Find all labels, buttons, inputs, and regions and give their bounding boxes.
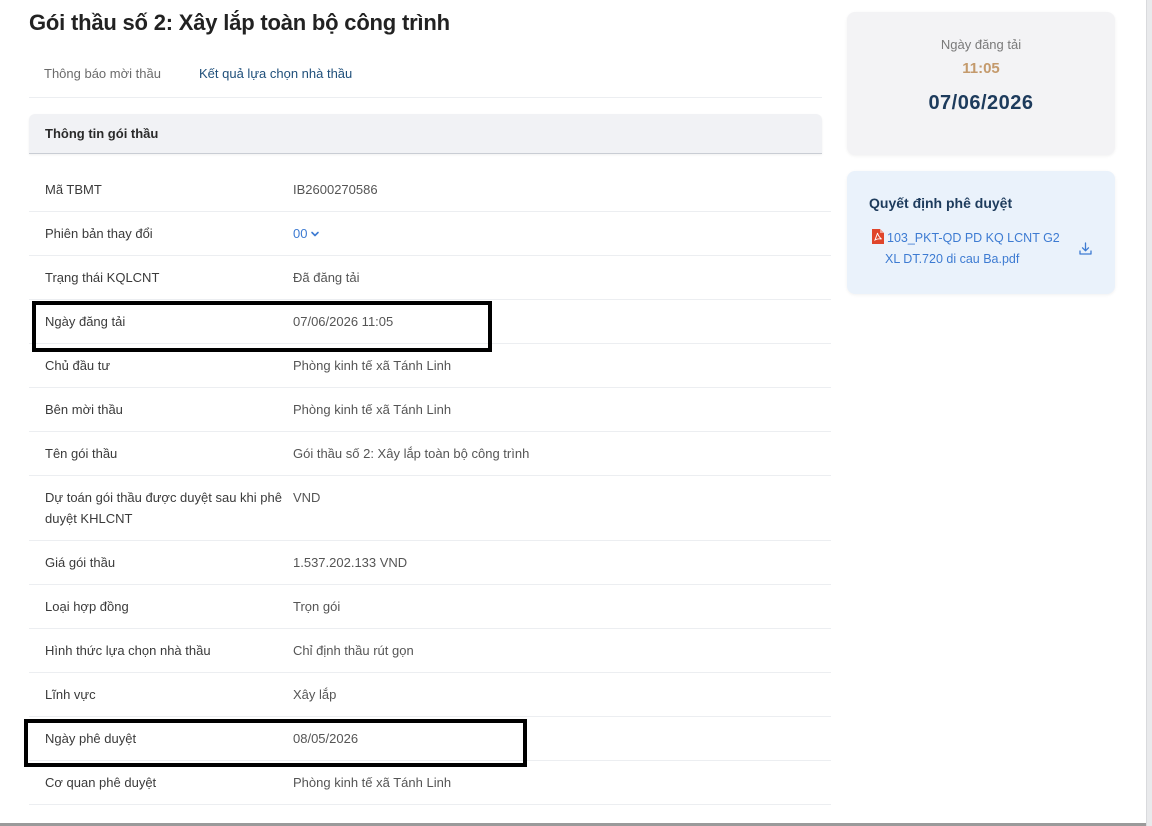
row-label: Ngày phê duyệt: [45, 731, 137, 746]
row-label: Cơ quan phê duyệt: [45, 775, 157, 790]
row-label: Trạng thái KQLCNT: [45, 270, 160, 285]
pdf-file-icon: [872, 229, 884, 244]
posted-date: 07/06/2026: [928, 92, 1034, 114]
row-value: IB2600270586: [293, 182, 378, 197]
download-icon[interactable]: [1078, 241, 1093, 256]
row-value: 08/05/2026: [293, 731, 359, 746]
row-value: Phòng kinh tế xã Tánh Linh: [293, 358, 452, 373]
row-label: Bên mời thầu: [45, 402, 123, 417]
row-value: Đã đăng tải: [293, 270, 360, 285]
table-row: Loại hợp đồng Trọn gói: [29, 585, 831, 629]
table-row: Dự toán gói thầu được duyệt sau khi phê …: [29, 476, 831, 541]
posted-time: 11:05: [962, 60, 1000, 77]
table-row: Ngày phê duyệt 08/05/2026: [29, 717, 831, 761]
tab-invitation-notice[interactable]: Thông báo mời thầu: [44, 66, 161, 81]
chevron-down-icon: [311, 231, 320, 236]
file-name-line2: XL DT.720 di cau Ba.pdf: [885, 252, 1020, 266]
posted-date-card: Ngày đăng tải 11:05 07/06/2026: [847, 12, 1115, 155]
section-header: Thông tin gói thầu: [29, 114, 822, 154]
row-label: Giá gói thầu: [45, 555, 116, 570]
row-value: Chỉ định thầu rút gọn: [293, 643, 414, 658]
row-label: Chủ đầu tư: [45, 358, 111, 373]
decision-title: Quyết định phê duyệt: [869, 195, 1013, 211]
decision-file-link[interactable]: 103_PKT-QD PD KQ LCNT G2 XL DT.720 di ca…: [885, 228, 1077, 270]
table-row: Phiên bản thay đổi 00: [29, 212, 831, 256]
version-value: 00: [293, 226, 308, 241]
row-label: Dự toán gói thầu được duyệt sau khi phê …: [45, 490, 282, 526]
table-row: Chủ đầu tư Phòng kinh tế xã Tánh Linh: [29, 344, 831, 388]
table-row: Hình thức lựa chọn nhà thầu Chỉ định thầ…: [29, 629, 831, 673]
row-label: Mã TBMT: [45, 182, 102, 197]
info-table: Mã TBMT IB2600270586 Phiên bản thay đổi …: [29, 168, 831, 805]
row-label: Loại hợp đồng: [45, 599, 129, 614]
row-value: 07/06/2026 11:05: [293, 314, 394, 329]
row-value: VND: [293, 490, 321, 505]
table-row: Tên gói thầu Gói thầu số 2: Xây lắp toàn…: [29, 432, 831, 476]
row-label: Tên gói thầu: [45, 446, 118, 461]
row-value: Xây lắp: [293, 687, 337, 702]
table-row: Giá gói thầu 1.537.202.133 VND: [29, 541, 831, 585]
row-label: Ngày đăng tải: [45, 314, 126, 329]
row-value: Gói thầu số 2: Xây lắp toàn bộ công trìn…: [293, 446, 530, 461]
row-label: Lĩnh vực: [45, 687, 96, 702]
page-title: Gói thầu số 2: Xây lắp toàn bộ công trìn…: [29, 10, 450, 35]
row-value: 1.537.202.133 VND: [293, 555, 408, 570]
table-row: Cơ quan phê duyệt Phòng kinh tế xã Tánh …: [29, 761, 831, 805]
table-row: Bên mời thầu Phòng kinh tế xã Tánh Linh: [29, 388, 831, 432]
row-value: Phòng kinh tế xã Tánh Linh: [293, 402, 452, 417]
row-value: Phòng kinh tế xã Tánh Linh: [293, 775, 452, 790]
table-row: Lĩnh vực Xây lắp: [29, 673, 831, 717]
table-row: Mã TBMT IB2600270586: [29, 168, 831, 212]
row-label: Hình thức lựa chọn nhà thầu: [45, 643, 211, 658]
page-scrollbar[interactable]: [1146, 0, 1152, 826]
table-row: Ngày đăng tải 07/06/2026 11:05: [29, 300, 831, 344]
version-dropdown[interactable]: 00: [293, 223, 320, 244]
tab-contractor-result[interactable]: Kết quả lựa chọn nhà thầu: [199, 66, 352, 81]
page: Gói thầu số 2: Xây lắp toàn bộ công trìn…: [0, 0, 1152, 826]
section-title: Thông tin gói thầu: [45, 126, 159, 141]
approval-decision-card: Quyết định phê duyệt 103_PKT-QD PD KQ LC…: [847, 171, 1115, 294]
table-row: Trạng thái KQLCNT Đã đăng tải: [29, 256, 831, 300]
posted-label: Ngày đăng tải: [940, 37, 1022, 52]
row-value: Trọn gói: [293, 599, 341, 614]
file-name-line1: 103_PKT-QD PD KQ LCNT G2: [887, 231, 1060, 245]
row-label: Phiên bản thay đổi: [45, 226, 153, 241]
tab-bar: Thông báo mời thầu Kết quả lựa chọn nhà …: [29, 56, 822, 98]
